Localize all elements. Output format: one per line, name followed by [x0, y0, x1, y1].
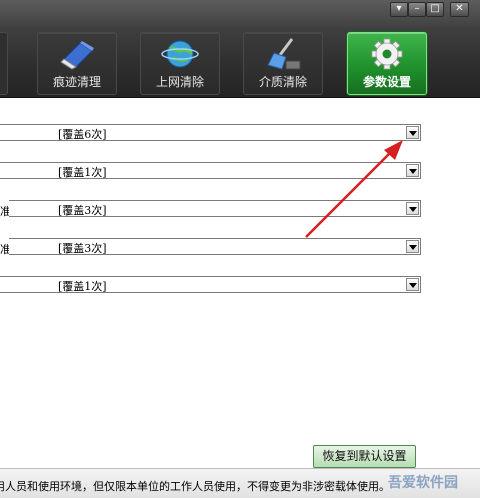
- tab-label: 上网清除: [155, 75, 204, 89]
- globe-icon: [161, 40, 199, 68]
- chevron-down-icon[interactable]: [406, 126, 419, 139]
- overwrite-count-select[interactable]: [覆盖1次]: [0, 162, 421, 179]
- overwrite-count-select[interactable]: [覆盖3次]: [9, 200, 421, 217]
- minimize-button[interactable]: –: [408, 2, 426, 17]
- tab-label: 痕迹清理: [52, 75, 101, 89]
- tab-internet-clean[interactable]: 上网清除: [140, 32, 220, 95]
- tab-media-clean[interactable]: 介质清除: [243, 32, 323, 95]
- select-value: [覆盖3次]: [58, 242, 107, 255]
- chevron-down-icon[interactable]: [406, 202, 419, 215]
- select-value: [覆盖1次]: [58, 280, 107, 293]
- broom-icon: [267, 38, 301, 70]
- tab-parameter-settings[interactable]: 参数设置: [347, 32, 427, 95]
- select-value: [覆盖3次]: [58, 204, 107, 217]
- chevron-down-icon[interactable]: [406, 240, 419, 253]
- tab-partial[interactable]: [0, 32, 8, 95]
- close-button[interactable]: ✕: [450, 2, 469, 17]
- gear-icon: [371, 38, 403, 70]
- select-value: [覆盖6次]: [58, 128, 107, 141]
- menu-dropdown-button[interactable]: ▾: [390, 2, 408, 17]
- chevron-down-icon[interactable]: [406, 278, 419, 291]
- tab-trace-clean[interactable]: 痕迹清理: [37, 32, 117, 95]
- overwrite-count-select[interactable]: [覆盖6次]: [0, 124, 421, 141]
- eraser-icon: [60, 41, 94, 70]
- status-bar: 用人员和使用环境，但仅限本单位的工作人员使用，不得变更为非涉密载体使用。: [0, 468, 480, 498]
- top-toolbar: ▾ – □ ✕ 痕迹清理 上网清除 介质清除 参数设置: [0, 0, 480, 98]
- restore-defaults-button[interactable]: 恢复到默认设置: [313, 445, 416, 468]
- overwrite-count-select[interactable]: [覆盖3次]: [9, 238, 421, 255]
- tab-label: 介质清除: [258, 75, 307, 89]
- overwrite-count-select[interactable]: [覆盖1次]: [0, 276, 421, 293]
- maximize-button[interactable]: □: [426, 2, 444, 17]
- usage-notice: 用人员和使用环境，但仅限本单位的工作人员使用，不得变更为非涉密载体使用。: [0, 480, 390, 493]
- tab-label: 参数设置: [362, 75, 411, 89]
- select-value: [覆盖1次]: [58, 166, 107, 179]
- chevron-down-icon[interactable]: [406, 164, 419, 177]
